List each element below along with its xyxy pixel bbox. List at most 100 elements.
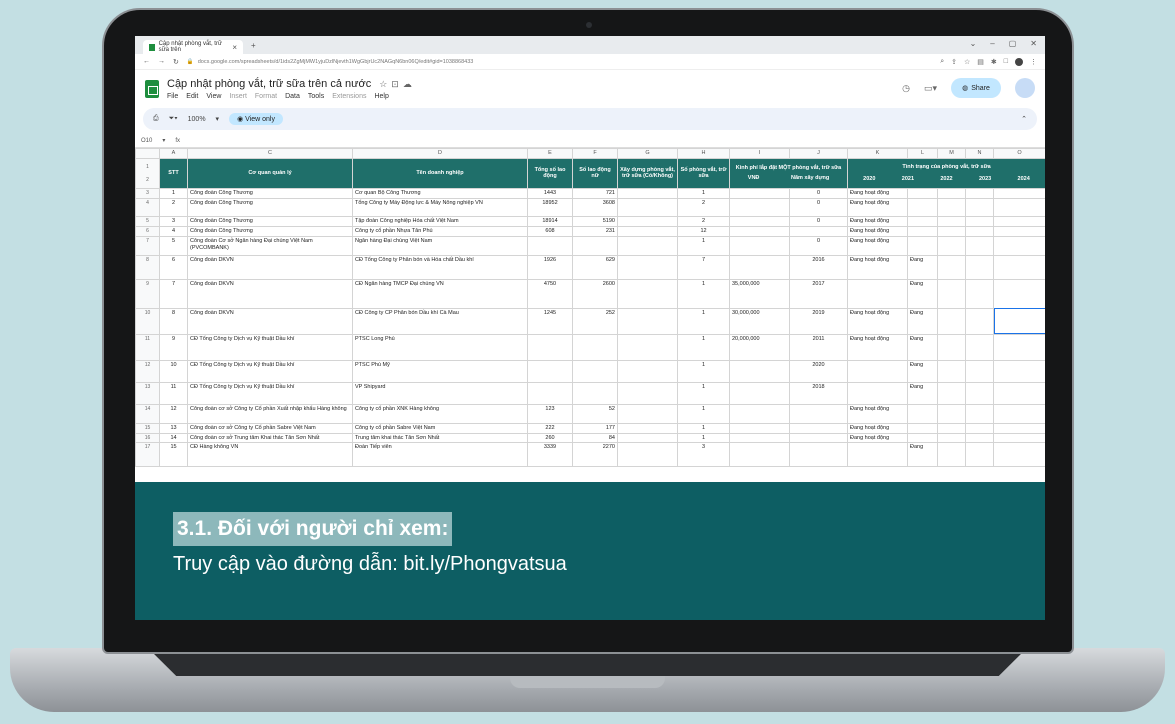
cell-status-2021[interactable]: Đang [907, 359, 938, 383]
cell-build-year[interactable]: 2018 [789, 381, 848, 405]
header-status[interactable]: Tình trạng của phòng vắt, trữ sữa 2020 202… [847, 157, 1045, 189]
more-icon[interactable]: ⋮ [1030, 58, 1037, 66]
cell-stt[interactable]: 13 [159, 422, 188, 434]
column-header-o[interactable]: O [993, 148, 1045, 159]
zoom-select[interactable]: 100% [188, 116, 206, 123]
empty-cell[interactable] [965, 215, 994, 227]
back-icon[interactable]: ← [143, 58, 150, 65]
row-number[interactable]: 8 [135, 254, 160, 280]
star-icon[interactable]: ☆ [964, 58, 970, 66]
cell-build[interactable] [617, 187, 678, 199]
history-icon[interactable]: ◷ [902, 83, 910, 94]
cell-vnd[interactable] [729, 381, 790, 405]
row-number[interactable]: 17 [135, 442, 160, 468]
cell-agency[interactable]: Công đoàn cơ sở Công ty Cổ phần Xuất nhậ… [187, 403, 353, 424]
cloud-status-icon[interactable]: ☁ [403, 79, 416, 89]
cell-agency[interactable]: CĐ Hàng không VN [187, 442, 353, 468]
empty-cell[interactable] [993, 333, 1045, 361]
header-build[interactable]: Xây dựng phòng vắt, trữ sữa (Có/Không) [617, 157, 678, 189]
empty-cell[interactable] [965, 442, 994, 468]
cell-company[interactable]: PTSC Phú Mỹ [352, 359, 528, 383]
cell-status-2021[interactable] [907, 215, 938, 227]
cell-stt[interactable]: 8 [159, 307, 188, 335]
cell-vnd[interactable] [729, 254, 790, 280]
cell-company[interactable]: Trung tâm khai thác Tân Sơn Nhất [352, 432, 528, 444]
empty-cell[interactable] [965, 333, 994, 361]
empty-cell[interactable] [993, 359, 1045, 383]
empty-cell[interactable] [965, 254, 994, 280]
cell-rooms[interactable]: 1 [677, 235, 730, 256]
menu-view[interactable]: View [206, 93, 221, 100]
doc-title[interactable]: Cập nhật phòng vắt, trữ sữa trên cả nước [167, 78, 371, 90]
empty-cell[interactable] [965, 381, 994, 405]
new-tab-icon[interactable]: + [251, 41, 256, 50]
cell-stt[interactable]: 3 [159, 215, 188, 227]
cell-vnd[interactable] [729, 197, 790, 217]
cell-rooms[interactable]: 1 [677, 187, 730, 199]
row-number[interactable]: 15 [135, 422, 160, 434]
cell-stt[interactable]: 2 [159, 197, 188, 217]
cell-build[interactable] [617, 432, 678, 444]
cell-vnd[interactable] [729, 359, 790, 383]
cell-build-year[interactable]: 0 [789, 215, 848, 227]
forward-icon[interactable]: → [158, 58, 165, 65]
cell-female-workers[interactable]: 3608 [572, 197, 618, 217]
menu-extensions[interactable]: Extensions [332, 93, 366, 100]
cell-rooms[interactable]: 1 [677, 307, 730, 335]
cell-company[interactable]: VP Shipyard [352, 381, 528, 405]
cell-female-workers[interactable]: 5190 [572, 215, 618, 227]
select-all-corner[interactable] [135, 148, 160, 159]
cell-status-2021[interactable]: Đang [907, 333, 938, 361]
cell-total-workers[interactable] [527, 359, 573, 383]
cell-status-2020[interactable]: Đang hoạt động [847, 254, 908, 280]
cell-female-workers[interactable] [572, 333, 618, 361]
empty-cell[interactable] [993, 235, 1045, 256]
cell-build[interactable] [617, 381, 678, 405]
cell-build[interactable] [617, 359, 678, 383]
cell-stt[interactable]: 1 [159, 187, 188, 199]
cell-total-workers[interactable] [527, 333, 573, 361]
cell-female-workers[interactable]: 231 [572, 225, 618, 237]
cell-status-2021[interactable] [907, 187, 938, 199]
cell-status-2021[interactable]: Đang [907, 381, 938, 405]
cell-female-workers[interactable]: 2600 [572, 278, 618, 309]
cell-company[interactable]: Công ty cổ phần XNK Hàng không [352, 403, 528, 424]
cell-stt[interactable]: 4 [159, 225, 188, 237]
cell-status-2020[interactable]: Đang hoạt động [847, 403, 908, 424]
column-header-m[interactable]: M [937, 148, 966, 159]
empty-cell[interactable] [965, 307, 994, 335]
empty-cell[interactable] [965, 187, 994, 199]
cell-company[interactable]: Ngân hàng Đại chúng Việt Nam [352, 235, 528, 256]
cell-status-2021[interactable] [907, 225, 938, 237]
cell-total-workers[interactable] [527, 235, 573, 256]
cell-vnd[interactable]: 20,000,000 [729, 333, 790, 361]
cell-female-workers[interactable]: 2270 [572, 442, 618, 468]
cell-build-year[interactable] [789, 422, 848, 434]
extensions-icon[interactable]: ▤ [977, 58, 984, 66]
cell-build[interactable] [617, 442, 678, 468]
column-header-a[interactable]: A [159, 148, 188, 159]
cell-company[interactable]: Đoàn Tiếp viên [352, 442, 528, 468]
cell-female-workers[interactable]: 721 [572, 187, 618, 199]
cell-build-year[interactable]: 2019 [789, 307, 848, 335]
column-header-e[interactable]: E [527, 148, 573, 159]
column-header-l[interactable]: L [907, 148, 938, 159]
cell-agency[interactable]: Công đoàn DKVN [187, 254, 353, 280]
empty-cell[interactable] [993, 278, 1045, 309]
cell-rooms[interactable]: 3 [677, 442, 730, 468]
empty-cell[interactable] [937, 197, 966, 217]
cell-company[interactable]: CĐ Công ty CP Phân bón Dầu khí Cà Mau [352, 307, 528, 335]
cell-build[interactable] [617, 225, 678, 237]
cell-female-workers[interactable]: 177 [572, 422, 618, 434]
maximize-icon[interactable]: ▢ [1009, 39, 1017, 48]
cell-total-workers[interactable]: 18952 [527, 197, 573, 217]
cell-vnd[interactable] [729, 432, 790, 444]
column-header-f[interactable]: F [572, 148, 618, 159]
cell-build[interactable] [617, 333, 678, 361]
print-icon[interactable]: ⎙ [153, 115, 159, 123]
empty-cell[interactable] [937, 442, 966, 468]
cell-female-workers[interactable]: 629 [572, 254, 618, 280]
header-total-workers[interactable]: Tổng số lao động [527, 157, 573, 189]
cell-vnd[interactable]: 35,000,000 [729, 278, 790, 309]
cell-total-workers[interactable]: 260 [527, 432, 573, 444]
